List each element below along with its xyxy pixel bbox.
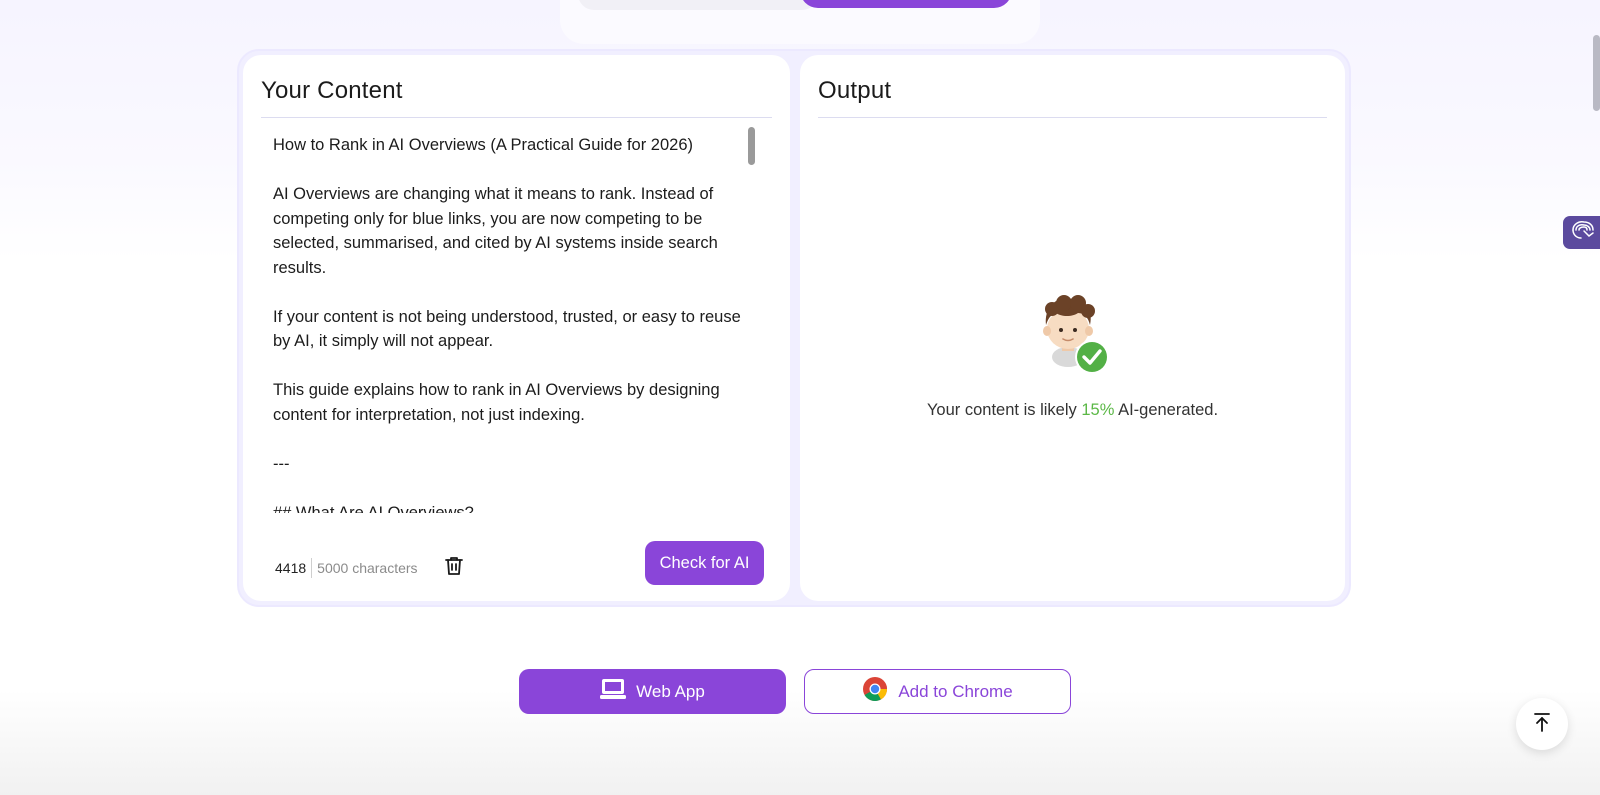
ai-detector-tool: Your Content How to Rank in AI Overviews…: [237, 49, 1351, 607]
content-paragraph: ## What Are AI Overviews?: [273, 503, 474, 514]
add-to-chrome-label: Add to Chrome: [898, 681, 1013, 701]
web-app-button[interactable]: Web App: [519, 669, 786, 714]
top-input-edge: [578, 0, 818, 10]
textarea-scrollbar[interactable]: [748, 127, 755, 165]
chrome-icon: [862, 676, 888, 707]
page-scrollbar[interactable]: [1593, 35, 1600, 111]
char-limit: 5000 characters: [317, 560, 418, 576]
trash-icon[interactable]: [442, 554, 466, 578]
character-counter: 4418 5000 characters: [275, 558, 418, 578]
brain-icon: [1569, 219, 1595, 246]
divider: [818, 117, 1327, 118]
ai-result-text: Your content is likely 15% AI-generated.: [800, 401, 1345, 420]
result-suffix: AI-generated.: [1118, 401, 1219, 419]
arrow-up-to-line-icon: [1531, 711, 1553, 738]
counter-divider: [311, 558, 313, 578]
content-panel: Your Content How to Rank in AI Overviews…: [243, 55, 790, 601]
content-panel-title: Your Content: [261, 77, 403, 104]
cta-row: Web App Add to Chrome: [519, 669, 1071, 714]
char-count: 4418: [275, 560, 307, 576]
check-for-ai-button[interactable]: Check for AI: [645, 541, 764, 585]
content-textarea[interactable]: How to Rank in AI Overviews (A Practical…: [273, 133, 753, 513]
result-percent: 15%: [1081, 401, 1115, 419]
human-check-avatar-icon: [1038, 295, 1110, 377]
scroll-to-top-button[interactable]: [1516, 698, 1568, 750]
add-to-chrome-button[interactable]: Add to Chrome: [804, 669, 1071, 714]
output-panel: Output Your content is likely 15% AI-gen…: [800, 55, 1345, 601]
laptop-icon: [600, 678, 627, 705]
output-panel-title: Output: [818, 77, 892, 104]
content-paragraph: How to Rank in AI Overviews (A Practical…: [273, 136, 694, 154]
divider: [261, 117, 772, 118]
content-paragraph: If your content is not being understood,…: [273, 307, 741, 351]
side-feedback-tab[interactable]: [1563, 216, 1600, 249]
web-app-label: Web App: [636, 681, 705, 701]
result-prefix: Your content is likely: [926, 401, 1077, 419]
content-paragraph: AI Overviews are changing what it means …: [273, 185, 718, 277]
top-button-edge[interactable]: [800, 0, 1012, 8]
content-paragraph: This guide explains how to rank in AI Ov…: [273, 381, 720, 424]
content-paragraph: ---: [273, 454, 290, 473]
